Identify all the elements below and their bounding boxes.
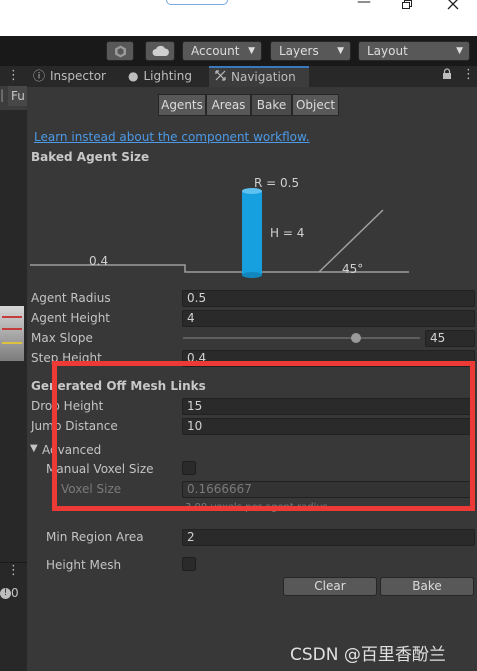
tab-lighting[interactable]: ● Lighting	[128, 66, 208, 87]
nav-tab-agents[interactable]: Agents	[158, 94, 206, 116]
nav-tab-bake[interactable]: Bake	[251, 94, 292, 116]
watermark: CSDN @百里香酚兰	[290, 645, 446, 665]
bake-button[interactable]: Bake	[380, 577, 474, 596]
max-slope-field[interactable]: 45	[425, 330, 475, 347]
tab-navigation[interactable]: Navigation	[209, 66, 309, 87]
collab-button[interactable]	[106, 41, 134, 61]
navmesh-icon	[215, 68, 226, 86]
lock-icon[interactable]	[442, 68, 452, 82]
console-count: 0	[11, 586, 19, 600]
step-label: 0.4	[89, 254, 109, 268]
agent-radius-field[interactable]: 0.5	[182, 290, 475, 307]
cloud-icon	[152, 45, 169, 56]
maximize-icon[interactable]	[387, 0, 427, 12]
cloud-button[interactable]	[145, 41, 175, 61]
kebab-menu-icon[interactable]: ⋮	[7, 68, 20, 83]
tab-inspector[interactable]: ⓘ Inspector	[33, 66, 113, 87]
foldout-expanded-icon[interactable]: ▼	[30, 443, 38, 454]
baked-agent-size-heading: Baked Agent Size	[31, 150, 150, 164]
agent-height-label: Agent Height	[31, 311, 111, 325]
console-count-badge: ! 0	[0, 586, 24, 600]
close-window-icon[interactable]	[433, 0, 473, 12]
height-mesh-checkbox[interactable]	[182, 557, 196, 571]
info-icon: !	[0, 588, 11, 599]
kebab-menu-icon[interactable]: ⋮	[7, 563, 20, 578]
account-label: Account	[191, 44, 240, 58]
title-search-box[interactable]	[166, 0, 228, 5]
tab-divider: |	[0, 88, 5, 102]
nav-tab-areas[interactable]: Areas	[206, 94, 251, 116]
layers-label: Layers	[279, 44, 319, 58]
lightbulb-icon: ●	[128, 69, 139, 83]
agent-cylinder	[242, 191, 262, 275]
info-circle-icon: ⓘ	[33, 69, 46, 83]
clear-button[interactable]: Clear	[283, 577, 377, 596]
height-label: H = 4	[270, 226, 305, 240]
agent-radius-label: Agent Radius	[31, 291, 111, 305]
tab-navigation-label: Navigation	[231, 70, 296, 84]
max-slope-slider[interactable]	[183, 337, 420, 339]
scene-thumbnail	[0, 306, 24, 361]
slope-label: 45°	[342, 262, 364, 276]
max-slope-slider-thumb[interactable]	[351, 333, 361, 343]
tab-lighting-label: Lighting	[143, 69, 192, 83]
adjacent-tab[interactable]: Fu	[8, 86, 27, 106]
collab-icon	[115, 45, 126, 58]
agent-size-diagram	[30, 188, 409, 278]
nav-tab-object[interactable]: Object	[292, 94, 339, 116]
chevron-down-icon: ▼	[456, 46, 463, 56]
layout-dropdown[interactable]: Layout ▼	[358, 41, 470, 61]
chevron-down-icon: ▼	[248, 46, 255, 56]
tab-inspector-label: Inspector	[50, 69, 106, 83]
height-mesh-label: Height Mesh	[46, 558, 122, 572]
max-slope-label: Max Slope	[31, 331, 93, 345]
component-workflow-link[interactable]: Learn instead about the component workfl…	[34, 130, 310, 144]
highlight-box	[52, 361, 475, 511]
min-region-area-field[interactable]: 2	[182, 529, 475, 546]
adjacent-lower-window	[0, 562, 27, 671]
min-region-area-label: Min Region Area	[46, 530, 144, 544]
minimize-icon[interactable]: —	[344, 0, 384, 12]
agent-height-field[interactable]: 4	[182, 310, 475, 327]
account-dropdown[interactable]: Account ▼	[182, 41, 262, 61]
layout-label: Layout	[367, 44, 408, 58]
layers-dropdown[interactable]: Layers ▼	[270, 41, 351, 61]
radius-label: R = 0.5	[254, 176, 300, 190]
chevron-down-icon: ▼	[337, 46, 344, 56]
kebab-menu-icon[interactable]: ⋮	[462, 67, 475, 82]
